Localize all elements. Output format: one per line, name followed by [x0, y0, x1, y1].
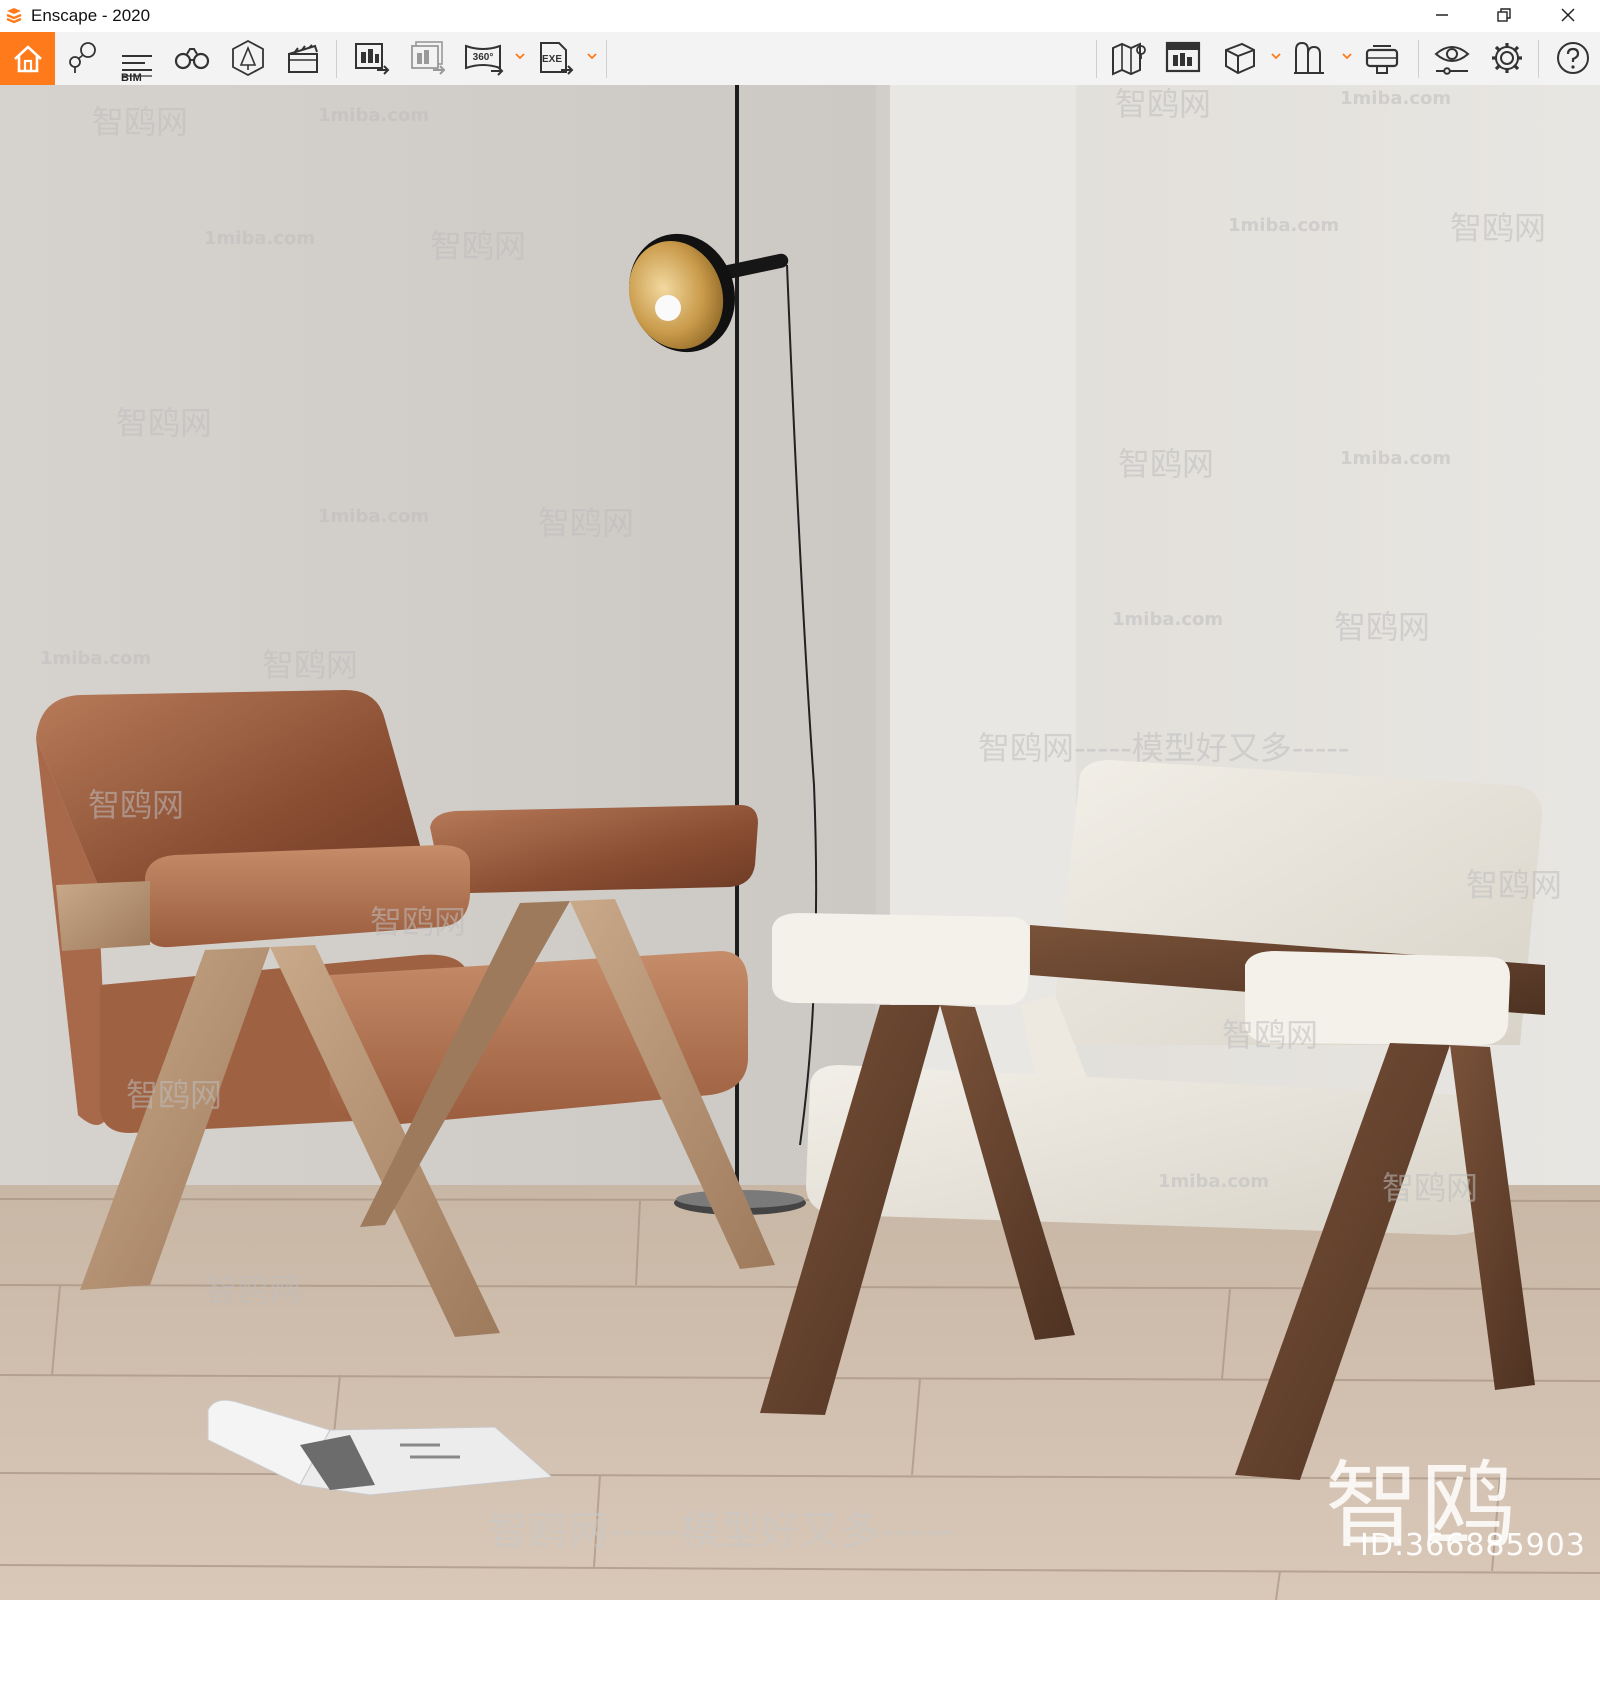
window-title: Enscape - 2020	[31, 6, 151, 25]
vr-headset-icon	[1365, 45, 1399, 74]
watermark-brand: 智鸥网	[262, 646, 359, 684]
watermark-brand: 智鸥网	[1450, 209, 1547, 247]
material-editor-icon	[1294, 41, 1324, 74]
watermark-site: 1miba.com	[318, 105, 430, 126]
watermark-site: 1miba.com	[1340, 88, 1452, 109]
chevron-down-icon[interactable]	[1341, 50, 1353, 62]
close-button[interactable]	[1542, 0, 1594, 30]
visual-settings-icon	[1434, 46, 1470, 75]
watermark-site: 1miba.com	[40, 648, 152, 669]
watermark-brand: 智鸥网	[1334, 608, 1431, 646]
watermark-site: 1miba.com	[1158, 1171, 1270, 1192]
asset-library-button[interactable]	[1163, 38, 1203, 78]
watermark-site: 1miba.com	[1112, 609, 1224, 630]
map-icon	[1112, 42, 1146, 76]
toolbar-separator	[336, 40, 337, 78]
watermark-brand: 智鸥网	[1222, 1016, 1319, 1054]
watermark-brand: 智鸥网	[1466, 866, 1563, 904]
video-editor-button[interactable]	[283, 38, 323, 78]
binoculars-icon	[174, 48, 210, 70]
watermark-brand: 智鸥网	[88, 786, 185, 824]
restore-button[interactable]	[1478, 0, 1530, 30]
watermark-brand: 智鸥网	[116, 404, 213, 442]
home-button[interactable]	[0, 32, 55, 85]
toolbar-separator	[1096, 40, 1097, 78]
toolbar-separator	[1418, 40, 1419, 78]
interior-scene-render	[0, 85, 1600, 1600]
settings-button[interactable]	[1487, 38, 1527, 78]
watermark-slogan-bottom: 智鸥网-----模型好又多-----	[488, 1508, 953, 1554]
panorama-icon: 360°	[465, 44, 504, 76]
watermark-brand: 智鸥网	[126, 1076, 223, 1114]
watermark-site: 1miba.com	[1228, 215, 1340, 236]
watermark-brand: 智鸥网	[1382, 1169, 1479, 1207]
settings-icon	[1492, 43, 1522, 73]
cube-icon	[1225, 42, 1255, 75]
watermark-brand: 智鸥网	[430, 227, 527, 265]
watermark-brand-large: 智鸥网	[1325, 1452, 1518, 1697]
toolbar-separator	[606, 40, 607, 78]
watermark-site: 1miba.com	[204, 228, 316, 249]
minimize-button[interactable]	[1416, 0, 1468, 30]
screenshot-export-icon	[355, 43, 390, 75]
render-viewport[interactable]: 智鸥网 1miba.com 1miba.com 智鸥网 1miba.com 智鸥…	[0, 85, 1600, 1600]
chevron-down-icon[interactable]	[514, 50, 526, 62]
vr-headset-button[interactable]	[1362, 38, 1402, 78]
asset-library-icon	[1165, 41, 1201, 73]
panorama-label: 360°	[473, 52, 494, 63]
batch-render-icon	[411, 41, 446, 75]
cube-button[interactable]	[1219, 38, 1259, 78]
close-icon	[1561, 8, 1575, 22]
location-pins-button[interactable]	[62, 38, 102, 78]
restore-icon	[1497, 8, 1511, 22]
help-icon	[1557, 42, 1589, 74]
chevron-down-icon[interactable]	[586, 50, 598, 62]
watermark-brand: 智鸥网	[1115, 85, 1212, 123]
chevron-down-icon[interactable]	[1270, 50, 1282, 62]
watermark-brand: 智鸥网	[1118, 445, 1215, 483]
screenshot-export-button[interactable]	[352, 38, 392, 78]
title-bar: Enscape - 2020	[0, 0, 1600, 32]
watermark-brand: 智鸥网	[205, 1271, 302, 1309]
watermark-brand: 智鸥网	[370, 903, 467, 941]
model-id-text: ID:366885903	[1360, 1528, 1586, 1563]
exe-export-button[interactable]: EXE	[536, 38, 576, 78]
exe-export-icon: EXE	[540, 42, 574, 75]
enscape-logo-icon	[4, 6, 24, 26]
watermark-site: 1miba.com	[1340, 448, 1452, 469]
visual-settings-button[interactable]	[1432, 38, 1472, 78]
bim-info-icon	[122, 55, 152, 77]
watermark-site: 1miba.com	[318, 506, 430, 527]
binoculars-button[interactable]	[172, 38, 212, 78]
batch-render-button[interactable]	[408, 38, 448, 78]
view-management-icon	[232, 39, 264, 77]
watermark-slogan: 智鸥网-----模型好又多-----	[978, 729, 1350, 767]
map-button[interactable]	[1109, 38, 1149, 78]
watermark-brand: 智鸥网	[538, 504, 635, 542]
view-management-button[interactable]	[228, 38, 268, 78]
home-icon	[13, 44, 42, 72]
video-editor-icon	[288, 44, 318, 73]
exe-label: EXE	[542, 54, 562, 65]
toolbar-separator	[1538, 40, 1539, 78]
panorama-button[interactable]: 360°	[462, 38, 506, 78]
material-editor-button[interactable]	[1290, 38, 1330, 78]
enscape-toolbar: BIM 360° EXE	[0, 32, 1600, 111]
watermark-brand: 智鸥网	[92, 103, 189, 141]
location-pins-icon	[69, 42, 96, 73]
help-button[interactable]	[1553, 38, 1593, 78]
bim-info-button[interactable]	[117, 46, 157, 80]
minimize-icon	[1436, 14, 1448, 16]
